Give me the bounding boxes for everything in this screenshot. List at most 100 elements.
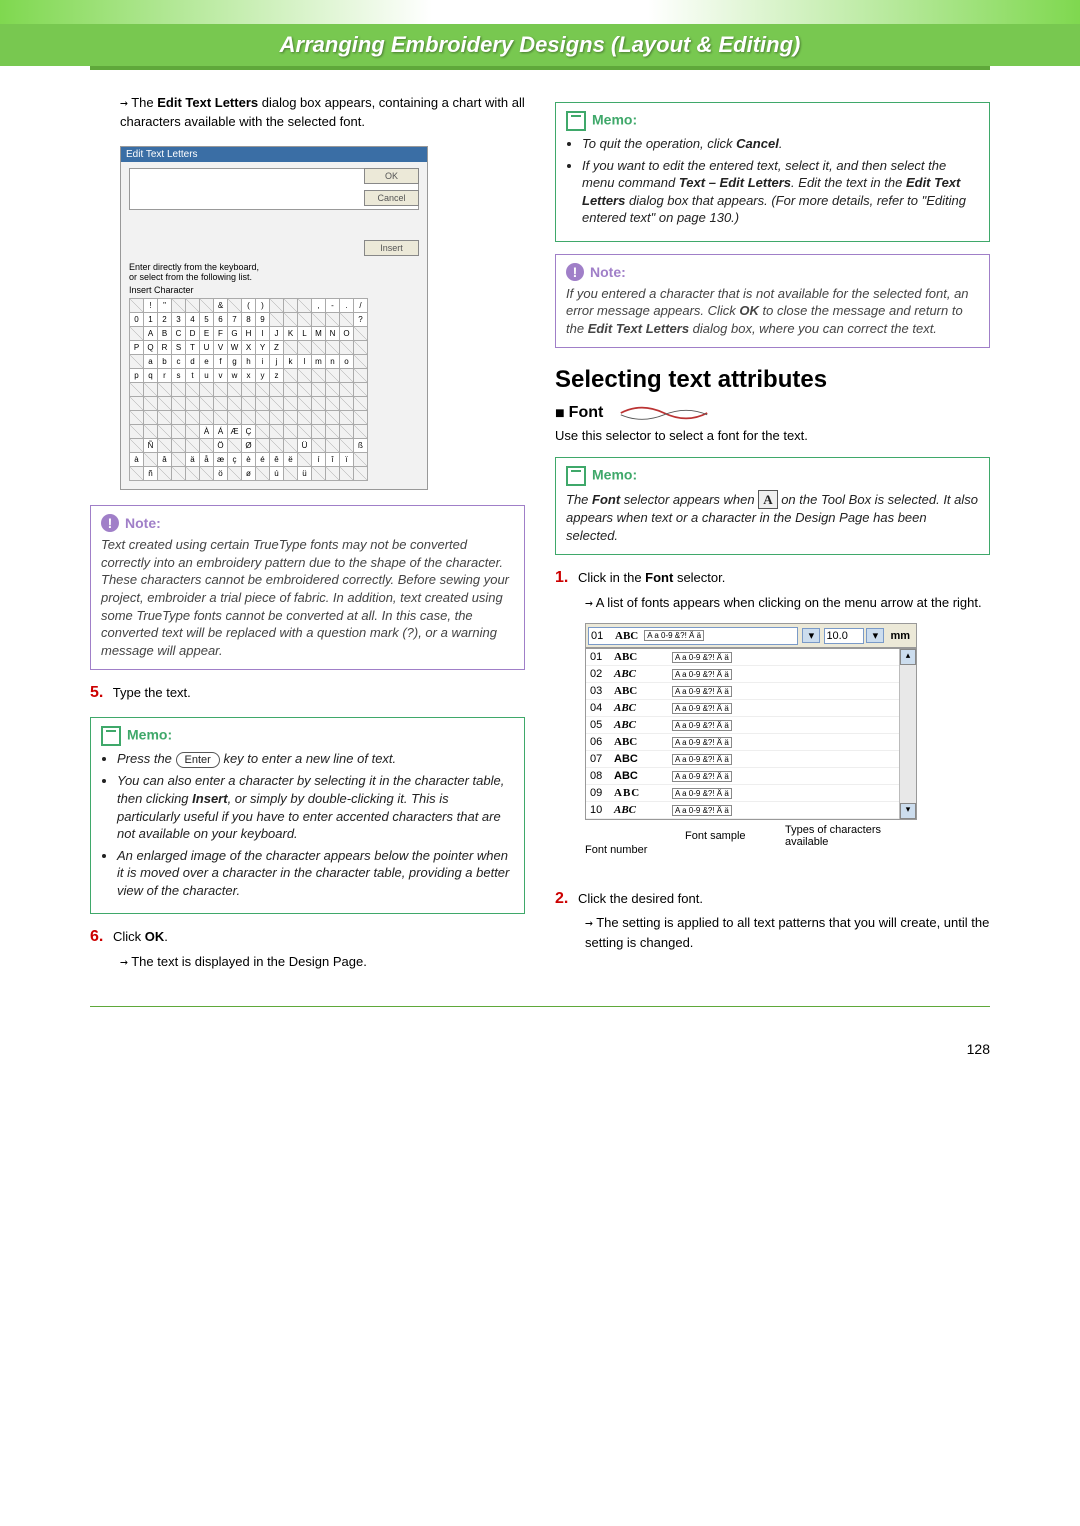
- size-dropdown-arrow-icon[interactable]: ▾: [866, 628, 884, 643]
- char-cell[interactable]: R: [158, 341, 172, 355]
- char-cell[interactable]: [354, 467, 368, 481]
- char-cell[interactable]: [130, 299, 144, 313]
- char-cell[interactable]: [144, 453, 158, 467]
- char-cell[interactable]: [270, 411, 284, 425]
- char-cell[interactable]: [186, 439, 200, 453]
- scroll-down-icon[interactable]: ▾: [900, 803, 916, 819]
- char-cell[interactable]: [340, 439, 354, 453]
- char-cell[interactable]: [186, 411, 200, 425]
- char-cell[interactable]: [256, 411, 270, 425]
- char-cell[interactable]: [270, 397, 284, 411]
- char-cell[interactable]: [144, 383, 158, 397]
- cancel-button[interactable]: Cancel: [364, 190, 419, 206]
- char-cell[interactable]: [354, 369, 368, 383]
- char-cell[interactable]: [256, 383, 270, 397]
- char-cell[interactable]: [130, 439, 144, 453]
- char-cell[interactable]: u: [200, 369, 214, 383]
- char-cell[interactable]: [200, 383, 214, 397]
- char-cell[interactable]: [354, 453, 368, 467]
- char-cell[interactable]: N: [326, 327, 340, 341]
- char-cell[interactable]: a: [144, 355, 158, 369]
- char-cell[interactable]: [186, 397, 200, 411]
- char-cell[interactable]: 4: [186, 313, 200, 327]
- char-cell[interactable]: Ü: [298, 439, 312, 453]
- char-cell[interactable]: [298, 299, 312, 313]
- char-cell[interactable]: /: [354, 299, 368, 313]
- char-cell[interactable]: [298, 397, 312, 411]
- char-cell[interactable]: 8: [242, 313, 256, 327]
- char-cell[interactable]: [158, 411, 172, 425]
- char-cell[interactable]: [144, 411, 158, 425]
- char-cell[interactable]: n: [326, 355, 340, 369]
- font-list-item[interactable]: 10ABCA a 0-9 &?! Ä ä: [586, 802, 916, 819]
- scroll-up-icon[interactable]: ▴: [900, 649, 916, 665]
- char-cell[interactable]: é: [256, 453, 270, 467]
- char-cell[interactable]: ): [256, 299, 270, 313]
- char-cell[interactable]: ": [158, 299, 172, 313]
- char-cell[interactable]: E: [200, 327, 214, 341]
- char-cell[interactable]: [284, 411, 298, 425]
- font-list-item[interactable]: 02ABCA a 0-9 &?! Ä ä: [586, 666, 916, 683]
- char-cell[interactable]: B: [158, 327, 172, 341]
- char-cell[interactable]: O: [340, 327, 354, 341]
- char-cell[interactable]: [326, 313, 340, 327]
- char-cell[interactable]: [158, 383, 172, 397]
- char-cell[interactable]: [298, 383, 312, 397]
- char-cell[interactable]: -: [326, 299, 340, 313]
- char-cell[interactable]: [228, 397, 242, 411]
- char-cell[interactable]: ,: [312, 299, 326, 313]
- char-cell[interactable]: p: [130, 369, 144, 383]
- char-cell[interactable]: [158, 425, 172, 439]
- char-cell[interactable]: [200, 439, 214, 453]
- char-cell[interactable]: M: [312, 327, 326, 341]
- char-cell[interactable]: [172, 299, 186, 313]
- font-list-item[interactable]: 05ABCA a 0-9 &?! Ä ä: [586, 717, 916, 734]
- character-grid[interactable]: !"&(),-./0123456789?ABCDEFGHIJKLMNOPQRST…: [129, 298, 368, 481]
- font-list-item[interactable]: 07ABCA a 0-9 &?! Ä ä: [586, 751, 916, 768]
- char-cell[interactable]: [214, 411, 228, 425]
- char-cell[interactable]: [326, 425, 340, 439]
- char-cell[interactable]: 6: [214, 313, 228, 327]
- font-list-item[interactable]: 04ABCA a 0-9 &?! Ä ä: [586, 700, 916, 717]
- char-cell[interactable]: .: [340, 299, 354, 313]
- char-cell[interactable]: í: [312, 453, 326, 467]
- char-cell[interactable]: [256, 397, 270, 411]
- char-cell[interactable]: [228, 299, 242, 313]
- font-list-item[interactable]: 01ABCA a 0-9 &?! Ä ä: [586, 649, 916, 666]
- char-cell[interactable]: [130, 425, 144, 439]
- char-cell[interactable]: Ç: [242, 425, 256, 439]
- char-cell[interactable]: [326, 439, 340, 453]
- char-cell[interactable]: [340, 341, 354, 355]
- char-cell[interactable]: V: [214, 341, 228, 355]
- char-cell[interactable]: [200, 411, 214, 425]
- char-cell[interactable]: d: [186, 355, 200, 369]
- char-cell[interactable]: [242, 397, 256, 411]
- char-cell[interactable]: ä: [186, 453, 200, 467]
- char-cell[interactable]: [130, 327, 144, 341]
- char-cell[interactable]: m: [312, 355, 326, 369]
- char-cell[interactable]: [354, 327, 368, 341]
- char-cell[interactable]: [130, 397, 144, 411]
- scrollbar[interactable]: ▴ ▾: [899, 649, 916, 819]
- char-cell[interactable]: y: [256, 369, 270, 383]
- char-cell[interactable]: ê: [270, 453, 284, 467]
- char-cell[interactable]: q: [144, 369, 158, 383]
- char-cell[interactable]: [312, 439, 326, 453]
- char-cell[interactable]: [354, 397, 368, 411]
- char-cell[interactable]: [284, 313, 298, 327]
- char-cell[interactable]: Ø: [242, 439, 256, 453]
- char-cell[interactable]: [256, 425, 270, 439]
- char-cell[interactable]: I: [256, 327, 270, 341]
- char-cell[interactable]: è: [242, 453, 256, 467]
- char-cell[interactable]: [270, 425, 284, 439]
- char-cell[interactable]: Z: [270, 341, 284, 355]
- char-cell[interactable]: 2: [158, 313, 172, 327]
- char-cell[interactable]: [284, 397, 298, 411]
- char-cell[interactable]: [186, 383, 200, 397]
- char-cell[interactable]: ø: [242, 467, 256, 481]
- char-cell[interactable]: ß: [354, 439, 368, 453]
- char-cell[interactable]: [186, 299, 200, 313]
- char-cell[interactable]: [340, 383, 354, 397]
- char-cell[interactable]: z: [270, 369, 284, 383]
- char-cell[interactable]: ç: [228, 453, 242, 467]
